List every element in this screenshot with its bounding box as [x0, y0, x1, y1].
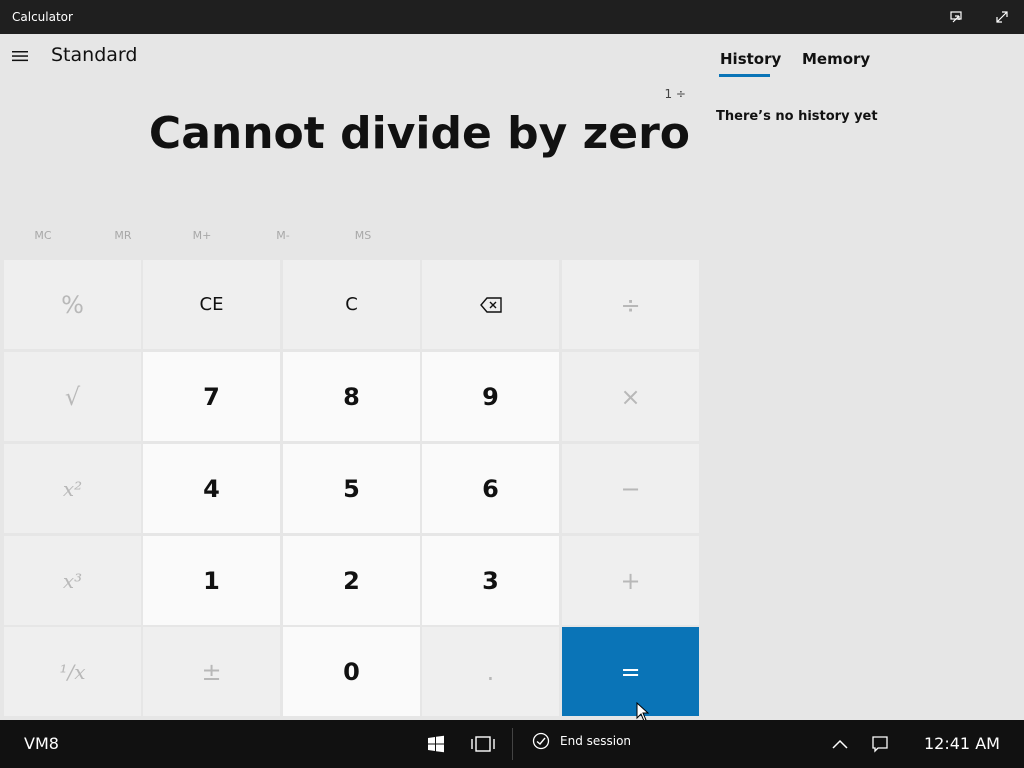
chevron-up-icon — [832, 739, 848, 749]
keypad: % CE C ÷ √ 7 8 9 × x² 4 5 6 − x³ 1 2 3 +… — [4, 260, 701, 716]
expression-display: 1 ÷ — [664, 87, 686, 101]
memory-add-button[interactable]: M+ — [162, 224, 242, 248]
start-button[interactable] — [424, 732, 448, 756]
windows-logo-icon — [428, 735, 444, 753]
notification-icon — [872, 736, 888, 753]
multiply-button[interactable]: × — [562, 352, 699, 441]
mode-title: Standard — [51, 44, 138, 66]
backspace-button[interactable] — [422, 260, 559, 349]
taskbar-separator — [512, 728, 513, 760]
clear-button[interactable]: C — [283, 260, 420, 349]
tab-memory[interactable]: Memory — [802, 50, 870, 68]
digit-4-button[interactable]: 4 — [143, 444, 280, 533]
digit-5-button[interactable]: 5 — [283, 444, 420, 533]
square-root-button[interactable]: √ — [4, 352, 141, 441]
reciprocal-button[interactable]: ¹/x — [4, 627, 141, 716]
taskbar-clock[interactable]: 12:41 AM — [924, 734, 1000, 753]
window-titlebar: Calculator — [0, 0, 1024, 34]
memory-store-button[interactable]: MS — [323, 224, 403, 248]
tab-history[interactable]: History — [720, 50, 781, 68]
digit-6-button[interactable]: 6 — [422, 444, 559, 533]
decimal-button[interactable]: . — [422, 627, 559, 716]
divide-button[interactable]: ÷ — [562, 260, 699, 349]
keep-on-top-icon — [950, 11, 962, 23]
digit-9-button[interactable]: 9 — [422, 352, 559, 441]
memory-recall-button[interactable]: MR — [83, 224, 163, 248]
show-hidden-icons-button[interactable] — [828, 732, 852, 756]
digit-2-button[interactable]: 2 — [283, 536, 420, 625]
memory-clear-button[interactable]: MC — [3, 224, 83, 248]
add-button[interactable]: + — [562, 536, 699, 625]
mouse-cursor-icon — [636, 702, 650, 722]
window-title: Calculator — [12, 10, 73, 24]
maximize-icon — [996, 11, 1008, 23]
calculator-app: Standard 1 ÷ Cannot divide by zero MC MR… — [0, 34, 1024, 722]
clear-entry-button[interactable]: CE — [143, 260, 280, 349]
subtract-button[interactable]: − — [562, 444, 699, 533]
digit-7-button[interactable]: 7 — [143, 352, 280, 441]
end-session-label: End session — [560, 734, 632, 748]
history-empty-message: There’s no history yet — [716, 109, 878, 124]
taskbar: VM8 End session 12:41 AM — [0, 720, 1024, 768]
result-display: Cannot divide by zero — [148, 108, 690, 159]
digit-0-button[interactable]: 0 — [283, 627, 420, 716]
hamburger-icon — [12, 51, 28, 62]
active-tab-indicator — [719, 74, 770, 77]
task-view-icon — [471, 736, 495, 752]
digit-3-button[interactable]: 3 — [422, 536, 559, 625]
digit-1-button[interactable]: 1 — [143, 536, 280, 625]
action-center-button[interactable] — [868, 732, 892, 756]
keep-on-top-button[interactable] — [934, 0, 978, 34]
memory-row: MC MR M+ M- MS — [0, 224, 700, 248]
end-session-button[interactable]: End session — [532, 732, 631, 750]
memory-subtract-button[interactable]: M- — [243, 224, 323, 248]
check-circle-icon — [532, 732, 550, 750]
negate-button[interactable]: ± — [143, 627, 280, 716]
backspace-icon — [479, 296, 502, 313]
equals-button[interactable]: = — [562, 627, 699, 716]
maximize-button[interactable] — [980, 0, 1024, 34]
task-view-button[interactable] — [471, 732, 495, 756]
digit-8-button[interactable]: 8 — [283, 352, 420, 441]
navigation-menu-button[interactable] — [8, 44, 32, 68]
cube-button[interactable]: x³ — [4, 536, 141, 625]
percent-button[interactable]: % — [4, 260, 141, 349]
square-button[interactable]: x² — [4, 444, 141, 533]
vm-label: VM8 — [24, 734, 59, 753]
